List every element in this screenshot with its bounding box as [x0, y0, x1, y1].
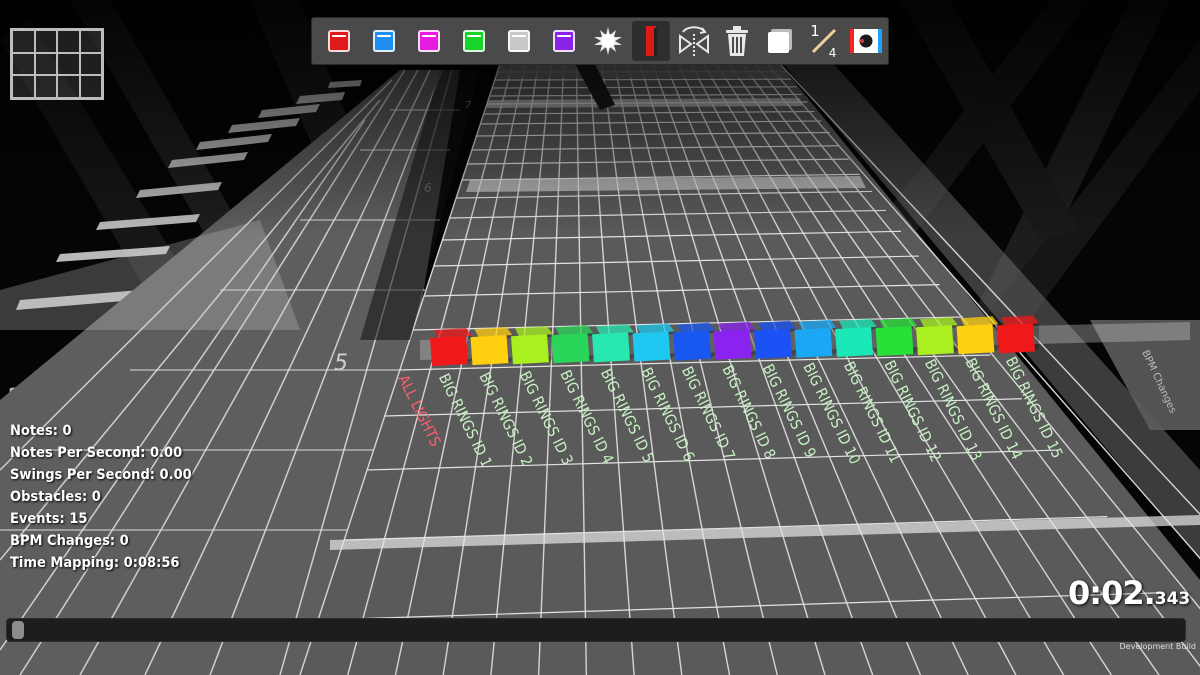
- lighting-event-block[interactable]: [592, 324, 634, 363]
- stat-notes: Notes: 0: [10, 423, 72, 439]
- grid-cell: [57, 75, 80, 98]
- grid-cell: [34, 30, 57, 53]
- select-box-button[interactable]: [761, 21, 799, 61]
- wall-button[interactable]: [631, 21, 670, 61]
- red-note-icon: [327, 30, 350, 52]
- magenta-note-button[interactable]: [409, 21, 449, 61]
- bomb-button[interactable]: [589, 21, 627, 61]
- square-select-icon: [768, 29, 793, 53]
- green-note-button[interactable]: [454, 21, 494, 61]
- lighting-event-block[interactable]: [713, 321, 756, 360]
- grid-cell: [34, 75, 57, 98]
- stat-bpm-changes: BPM Changes: 0: [10, 533, 129, 549]
- delete-button[interactable]: [718, 21, 756, 61]
- trash-icon: [725, 26, 748, 56]
- timer-fraction: 343: [1154, 589, 1191, 609]
- green-note-icon: [462, 30, 485, 52]
- stat-swings-per-second: Swings Per Second: 0.00: [10, 467, 192, 483]
- precision-denominator: 4: [828, 46, 837, 60]
- scrubber-handle[interactable]: [12, 621, 24, 639]
- lighting-event-block[interactable]: [997, 315, 1039, 354]
- development-build-label: Development Build: [1119, 642, 1196, 651]
- grid-cell: [79, 30, 102, 53]
- wall-icon: [645, 26, 657, 56]
- grid-cell: [12, 30, 35, 53]
- lighting-event-block[interactable]: [956, 316, 999, 355]
- grid-cell: [79, 52, 102, 76]
- stat-time-mapping: Time Mapping: 0:08:56: [10, 555, 180, 571]
- stat-obstacles: Obstacles: 0: [10, 489, 101, 505]
- lighting-event-block[interactable]: [632, 323, 675, 362]
- magenta-note-icon: [417, 30, 440, 52]
- song-timer: 0:02.343: [1068, 574, 1190, 612]
- purple-note-button[interactable]: [544, 21, 584, 61]
- map-stats-panel: Notes: 0 Notes Per Second: 0.00 Swings P…: [10, 420, 192, 574]
- grid-preview-minimap[interactable]: [10, 28, 104, 100]
- blue-note-icon: [372, 30, 395, 52]
- timer-main: 0:02.: [1068, 574, 1156, 612]
- white-note-button[interactable]: [499, 21, 539, 61]
- grid-cell: [12, 75, 35, 98]
- blue-note-button[interactable]: [364, 21, 404, 61]
- grid-cell: [34, 52, 57, 76]
- stat-notes-per-second: Notes Per Second: 0.00: [10, 445, 183, 461]
- mirror-button[interactable]: [675, 21, 713, 61]
- lighting-event-block[interactable]: [916, 317, 958, 356]
- lighting-event-block[interactable]: [511, 326, 553, 365]
- grid-cell: [57, 52, 80, 76]
- lighting-event-block[interactable]: [430, 328, 472, 366]
- lighting-event-block[interactable]: [470, 327, 513, 366]
- lightbulb-swatch-icon: [850, 29, 883, 53]
- mirror-icon: [678, 26, 709, 56]
- lighting-event-block[interactable]: [794, 319, 837, 358]
- grid-cell: [12, 52, 35, 76]
- purple-note-icon: [552, 30, 575, 52]
- placement-toolbar: 1 4: [312, 18, 888, 64]
- lighting-event-block[interactable]: [875, 318, 918, 357]
- beat-number-5: 5: [334, 351, 348, 376]
- lighting-event-block[interactable]: [551, 325, 594, 364]
- precision-numerator: 1: [810, 22, 820, 40]
- lighting-event-block[interactable]: [673, 322, 715, 361]
- bomb-icon: [593, 27, 622, 55]
- precision-button[interactable]: 1 4: [804, 21, 842, 61]
- lighting-event-block[interactable]: [835, 319, 877, 357]
- white-note-icon: [507, 30, 530, 52]
- grid-cell: [57, 30, 80, 53]
- red-note-button[interactable]: [319, 21, 359, 61]
- lighting-event-block[interactable]: [754, 320, 796, 359]
- song-timeline-scrubber[interactable]: [6, 618, 1186, 642]
- lighting-mode-button[interactable]: [847, 21, 885, 61]
- grid-cell: [79, 75, 102, 98]
- stat-events: Events: 15: [10, 511, 88, 527]
